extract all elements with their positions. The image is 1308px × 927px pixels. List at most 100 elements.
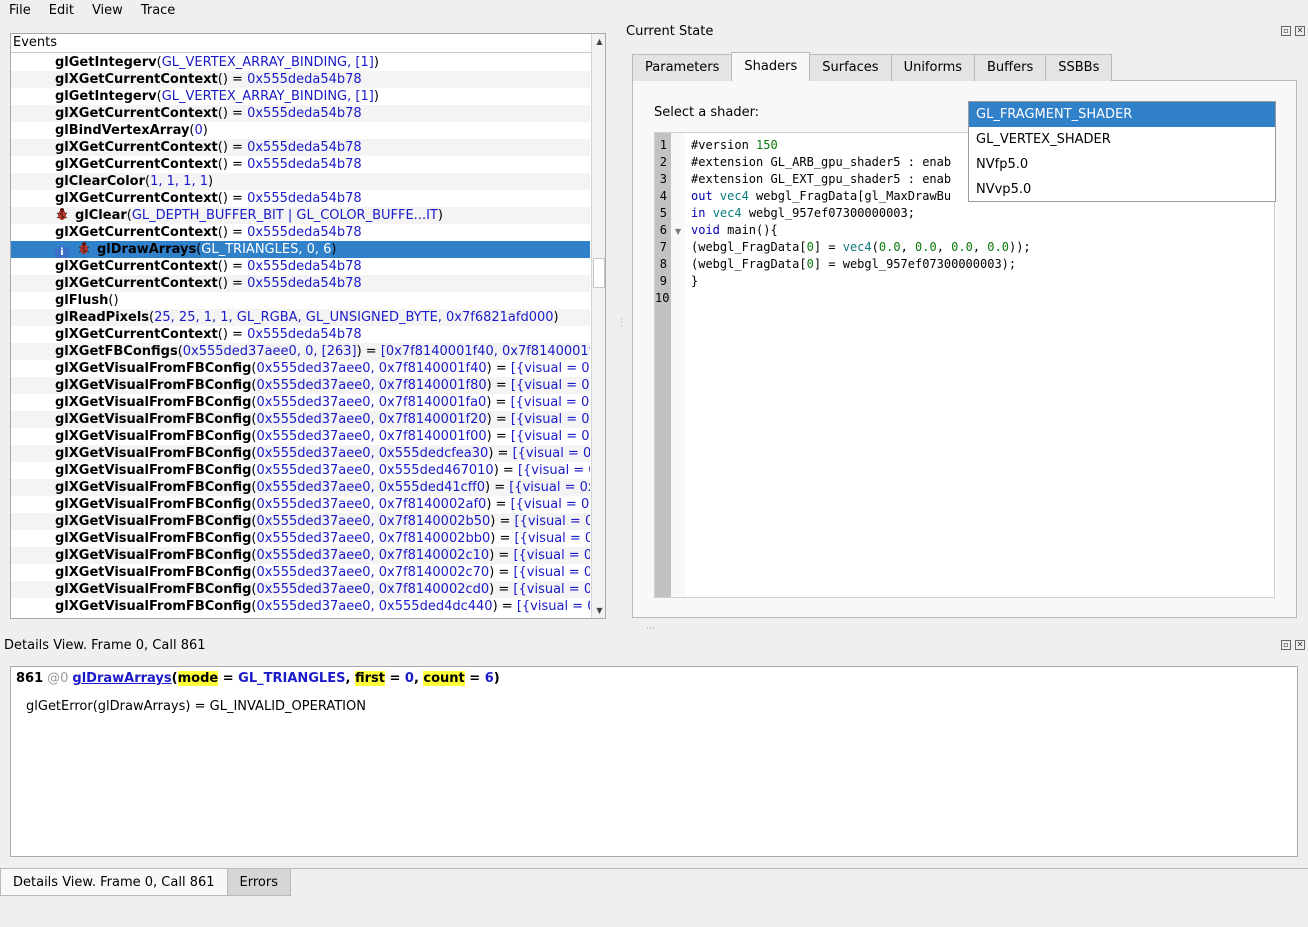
event-list[interactable]: glGetIntegerv(GL_VERTEX_ARRAY_BINDING, [… <box>11 54 590 618</box>
event-args: 0x555ded37aee0, 0x7f8140002c10 <box>256 548 490 563</box>
horizontal-splitter-handle[interactable]: ⋯ <box>646 624 655 634</box>
event-row[interactable]: glGetIntegerv(GL_VERTEX_ARRAY_BINDING, [… <box>11 54 590 71</box>
menu-trace[interactable]: Trace <box>132 0 185 22</box>
option-nvvp5[interactable]: NVvp5.0 <box>969 177 1275 202</box>
event-function: glXGetCurrentContext <box>55 259 218 274</box>
menubar: File Edit View Trace <box>0 0 1308 22</box>
tab-ssbbs[interactable]: SSBBs <box>1045 54 1113 81</box>
option-nvfp5[interactable]: NVfp5.0 <box>969 152 1275 177</box>
scroll-thumb[interactable] <box>593 258 605 288</box>
event-row[interactable]: glXGetCurrentContext() = 0x555deda54b78 <box>11 105 590 122</box>
function-link[interactable]: glDrawArrays <box>72 671 171 686</box>
event-row[interactable]: glXGetVisualFromFBConfig(0x555ded37aee0,… <box>11 377 590 394</box>
event-return: [{visual = 0 <box>517 463 590 478</box>
event-row[interactable]: glXGetVisualFromFBConfig(0x555ded37aee0,… <box>11 564 590 581</box>
event-args: GL_TRIANGLES, 0, 6 <box>201 242 332 257</box>
tab-uniforms[interactable]: Uniforms <box>890 54 976 81</box>
event-row[interactable]: glBindVertexArray(0) <box>11 122 590 139</box>
select-shader-label: Select a shader: <box>654 105 760 120</box>
vertical-splitter-handle[interactable]: ⋮ <box>617 318 626 328</box>
event-row[interactable]: glXGetCurrentContext() = 0x555deda54b78 <box>11 326 590 343</box>
event-row[interactable]: glXGetVisualFromFBConfig(0x555ded37aee0,… <box>11 428 590 445</box>
option-vertex-shader[interactable]: GL_VERTEX_SHADER <box>969 127 1275 152</box>
shader-dropdown-list[interactable]: GL_FRAGMENT_SHADER GL_VERTEX_SHADER NVfp… <box>968 101 1276 202</box>
event-return: 0x555deda54b78 <box>247 157 362 172</box>
param-name: first <box>354 671 385 686</box>
event-return: [{visual = 0 <box>514 514 590 529</box>
event-row[interactable]: glXGetVisualFromFBConfig(0x555ded37aee0,… <box>11 598 590 615</box>
event-return: [0x7f8140001f40, 0x7f8140001f <box>380 344 590 359</box>
event-row[interactable]: glXGetFBConfigs(0x555ded37aee0, 0, [263]… <box>11 343 590 360</box>
events-header[interactable]: Events <box>11 34 605 53</box>
event-row[interactable]: glXGetVisualFromFBConfig(0x555ded37aee0,… <box>11 513 590 530</box>
event-return: 0x555deda54b78 <box>247 191 362 206</box>
event-row[interactable]: glClear(GL_DEPTH_BUFFER_BIT | GL_COLOR_B… <box>11 207 590 224</box>
event-row[interactable]: glReadPixels(25, 25, 1, 1, GL_RGBA, GL_U… <box>11 309 590 326</box>
param-value: GL_TRIANGLES <box>238 671 346 686</box>
event-function: glBindVertexArray <box>55 123 190 138</box>
menu-file[interactable]: File <box>0 0 40 22</box>
line-number: 3 <box>659 172 667 186</box>
event-row[interactable]: glXGetVisualFromFBConfig(0x555ded37aee0,… <box>11 547 590 564</box>
menu-edit[interactable]: Edit <box>40 0 83 22</box>
bug-icon <box>56 208 68 220</box>
tab-surfaces[interactable]: Surfaces <box>809 54 892 81</box>
event-row[interactable]: glXGetVisualFromFBConfig(0x555ded37aee0,… <box>11 581 590 598</box>
event-args: 0x555ded37aee0, 0x7f8140002cd0 <box>256 582 490 597</box>
event-row[interactable]: glXGetCurrentContext() = 0x555deda54b78 <box>11 275 590 292</box>
scroll-up-icon[interactable]: ▲ <box>594 36 605 47</box>
fold-arrow-icon[interactable]: ▼ <box>675 227 682 236</box>
event-function: glXGetVisualFromFBConfig <box>55 531 252 546</box>
details-title: Details View. Frame 0, Call 861 <box>4 638 206 653</box>
event-args: 0x555ded37aee0, 0x555ded467010 <box>256 463 494 478</box>
tab-parameters[interactable]: Parameters <box>632 54 733 81</box>
events-scrollbar[interactable]: ▲ ▼ <box>591 34 605 618</box>
float-icon[interactable]: ▫ <box>1281 26 1291 36</box>
option-fragment-shader[interactable]: GL_FRAGMENT_SHADER <box>969 102 1275 127</box>
menu-view[interactable]: View <box>83 0 132 22</box>
event-row[interactable]: glGetIntegerv(GL_VERTEX_ARRAY_BINDING, [… <box>11 88 590 105</box>
event-function: glClearColor <box>55 174 146 189</box>
event-row[interactable]: glXGetVisualFromFBConfig(0x555ded37aee0,… <box>11 411 590 428</box>
event-row[interactable]: glXGetCurrentContext() = 0x555deda54b78 <box>11 258 590 275</box>
tab-errors[interactable]: Errors <box>226 868 291 896</box>
details-close-icon[interactable]: ✕ <box>1295 640 1305 650</box>
event-row[interactable]: glXGetCurrentContext() = 0x555deda54b78 <box>11 190 590 207</box>
event-function: glXGetVisualFromFBConfig <box>55 514 252 529</box>
code-line: (webgl_FragData[0] = webgl_957ef07300000… <box>691 257 1017 271</box>
event-row[interactable]: glXGetCurrentContext() = 0x555deda54b78 <box>11 156 590 173</box>
info-icon: i <box>55 246 69 258</box>
event-row[interactable]: glXGetVisualFromFBConfig(0x555ded37aee0,… <box>11 394 590 411</box>
tab-buffers[interactable]: Buffers <box>974 54 1047 81</box>
details-float-icon[interactable]: ▫ <box>1281 640 1291 650</box>
event-args: 0x555ded37aee0, 0x7f8140001f00 <box>256 429 487 444</box>
tab-details-view[interactable]: Details View. Frame 0, Call 861 <box>0 868 228 896</box>
event-row[interactable]: i glDrawArrays(GL_TRIANGLES, 0, 6) <box>11 241 590 258</box>
event-row[interactable]: glXGetVisualFromFBConfig(0x555ded37aee0,… <box>11 445 590 462</box>
event-return: [{visual = 0 <box>510 412 590 427</box>
event-row[interactable]: glFlush() <box>11 292 590 309</box>
event-row[interactable]: glXGetCurrentContext() = 0x555deda54b78 <box>11 139 590 156</box>
event-function: glXGetVisualFromFBConfig <box>55 378 252 393</box>
event-args: GL_DEPTH_BUFFER_BIT | GL_COLOR_BUFFE...I… <box>131 208 438 223</box>
tab-shaders[interactable]: Shaders <box>731 52 811 81</box>
event-row[interactable]: glXGetCurrentContext() = 0x555deda54b78 <box>11 224 590 241</box>
event-row[interactable]: glXGetVisualFromFBConfig(0x555ded37aee0,… <box>11 479 590 496</box>
event-return: 0x555deda54b78 <box>247 225 362 240</box>
event-return: [{visual = 0 <box>513 548 590 563</box>
event-row[interactable]: glXGetVisualFromFBConfig(0x555ded37aee0,… <box>11 496 590 513</box>
event-row[interactable]: glXGetVisualFromFBConfig(0x555ded37aee0,… <box>11 462 590 479</box>
scroll-down-icon[interactable]: ▼ <box>594 605 605 616</box>
bottom-tabs: Details View. Frame 0, Call 861 Errors <box>0 868 291 896</box>
event-row[interactable]: glXGetCurrentContext() = 0x555deda54b78 <box>11 71 590 88</box>
event-row[interactable]: glClearColor(1, 1, 1, 1) <box>11 173 590 190</box>
event-function: glXGetVisualFromFBConfig <box>55 480 252 495</box>
event-row[interactable]: glXGetVisualFromFBConfig(0x555ded37aee0,… <box>11 530 590 547</box>
close-icon[interactable]: ✕ <box>1295 26 1305 36</box>
param-name: count <box>423 671 465 686</box>
event-function: glXGetCurrentContext <box>55 225 218 240</box>
event-args: GL_VERTEX_ARRAY_BINDING, [1] <box>161 89 374 104</box>
bug-icon <box>78 242 90 254</box>
event-row[interactable]: glXGetVisualFromFBConfig(0x555ded37aee0,… <box>11 360 590 377</box>
event-function: glXGetVisualFromFBConfig <box>55 548 252 563</box>
